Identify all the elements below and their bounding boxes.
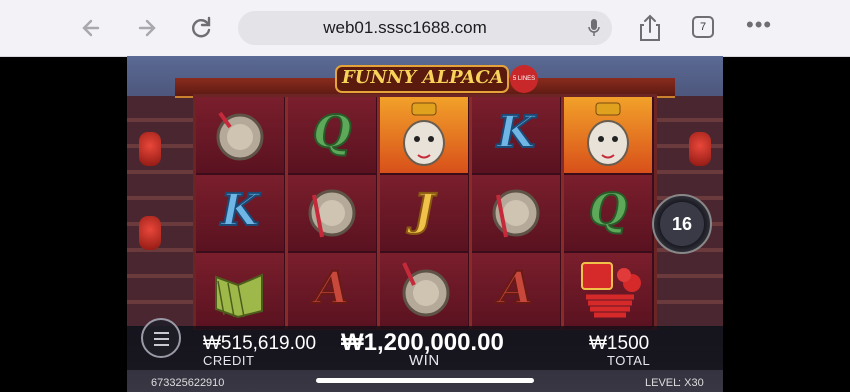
forward-icon[interactable] — [132, 14, 160, 42]
slot-game: FUNNY ALPACA 5 LINES K Q A J K A Q 16 ₩5… — [127, 56, 723, 392]
lantern-icon — [139, 132, 161, 166]
back-icon[interactable] — [78, 14, 106, 42]
reel-frame: K Q A J K A Q — [193, 94, 657, 330]
symbol-letter: Q — [288, 97, 376, 173]
tabs-icon[interactable]: 7 — [692, 16, 714, 38]
symbol-a: A — [314, 262, 350, 315]
game-title: FUNNY ALPACA — [342, 67, 504, 88]
url-text: web01.sssc1688.com — [323, 18, 487, 37]
total-value: ₩1500 — [589, 333, 650, 354]
symbol-banner — [196, 253, 284, 329]
lines-badge: 5 LINES — [510, 65, 538, 93]
symbol-alpaca — [380, 97, 468, 173]
win-label: WIN — [409, 352, 440, 369]
symbol-letter: A — [472, 253, 560, 329]
symbol-gong — [380, 253, 468, 329]
browser-toolbar: web01.sssc1688.com 7 ••• — [0, 0, 850, 57]
game-logo: FUNNY ALPACA 5 LINES — [332, 60, 538, 96]
symbol-gong — [288, 175, 376, 251]
symbol-j: J — [413, 184, 436, 237]
address-bar[interactable]: web01.sssc1688.com — [238, 11, 612, 45]
menu-icon — [154, 332, 169, 334]
symbol-k: K — [220, 184, 260, 237]
reload-icon[interactable] — [187, 14, 215, 42]
symbol-firecracker — [564, 253, 652, 329]
credit-label: CREDIT — [203, 353, 255, 368]
share-icon[interactable] — [637, 14, 663, 42]
credit-value: ₩515,619.00 — [203, 333, 317, 354]
menu-button[interactable] — [141, 318, 181, 358]
mic-icon[interactable] — [588, 19, 600, 37]
account-id: 673325622910 — [151, 377, 225, 389]
home-indicator[interactable] — [316, 378, 534, 383]
symbol-gong — [196, 97, 284, 173]
symbol-letter: K — [472, 97, 560, 173]
autospin-counter[interactable]: 16 — [652, 194, 712, 254]
symbol-a: A — [498, 262, 534, 315]
symbol-letter: Q — [564, 175, 652, 251]
total-label: TOTAL — [607, 353, 651, 368]
level-label: LEVEL — [645, 377, 680, 389]
symbol-letter: A — [288, 253, 376, 329]
menu-icon — [154, 338, 169, 340]
symbol-gong — [472, 175, 560, 251]
symbol-q: Q — [312, 106, 352, 159]
building-left — [127, 96, 199, 356]
lantern-icon — [689, 132, 711, 166]
symbol-letter: K — [196, 175, 284, 251]
symbol-letter: J — [380, 175, 468, 251]
symbol-k: K — [496, 106, 536, 159]
menu-icon — [154, 344, 169, 346]
symbol-alpaca — [564, 97, 652, 173]
level-value: : X30 — [678, 377, 704, 389]
symbol-q: Q — [588, 184, 628, 237]
more-icon[interactable]: ••• — [746, 12, 772, 38]
lantern-icon — [139, 216, 161, 250]
